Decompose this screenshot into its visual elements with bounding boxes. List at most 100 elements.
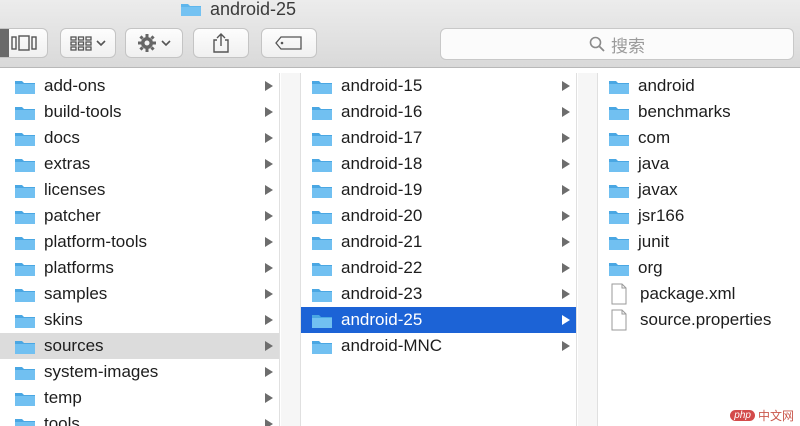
list-item[interactable]: android-19 [301,177,576,203]
document-icon [611,309,627,331]
disclosure-arrow-icon [265,81,273,91]
folder-icon [15,106,35,120]
share-icon [213,33,229,53]
view-mode-columns-button[interactable] [0,28,48,58]
column-divider[interactable] [578,73,597,426]
list-item[interactable]: android-21 [301,229,576,255]
action-button[interactable] [125,28,183,58]
disclosure-arrow-icon [265,341,273,351]
watermark: php 中文网 [730,407,794,424]
column-divider[interactable] [281,73,300,426]
list-item-label: java [638,154,670,173]
list-item[interactable]: android-18 [301,151,576,177]
list-item-label: skins [44,310,83,329]
list-item-label: android-20 [341,206,423,225]
disclosure-arrow-icon [265,133,273,143]
list-item[interactable]: docs [0,125,279,151]
list-item-label: android-18 [341,154,423,173]
list-item-label: extras [44,154,91,173]
folder-icon [15,236,35,250]
disclosure-arrow-icon [562,211,570,221]
list-item[interactable]: benchmarks [598,99,800,125]
list-item-label: com [638,128,671,147]
folder-icon [609,158,629,172]
disclosure-arrow-icon [265,367,273,377]
list-item[interactable]: sources [0,333,279,359]
list-item[interactable]: patcher [0,203,279,229]
chevron-down-icon [96,40,106,47]
list-item[interactable]: temp [0,385,279,411]
list-item[interactable]: android-17 [301,125,576,151]
list-item[interactable]: android [598,73,800,99]
disclosure-arrow-icon [562,237,570,247]
watermark-badge: php [730,410,755,421]
list-item-label: android-22 [341,258,423,277]
list-item[interactable]: javax [598,177,800,203]
list-item[interactable]: android-16 [301,99,576,125]
list-item[interactable]: org [598,255,800,281]
list-item[interactable]: android-23 [301,281,576,307]
disclosure-arrow-icon [562,289,570,299]
folder-icon [312,262,332,276]
list-item-label: licenses [44,180,106,199]
list-item[interactable]: android-25 [301,307,576,333]
list-item-label: benchmarks [638,102,731,121]
folder-icon [312,80,332,94]
list-item-label: temp [44,388,82,407]
list-item-label: javax [638,180,678,199]
list-item[interactable]: platforms [0,255,279,281]
list-item[interactable]: platform-tools [0,229,279,255]
list-item[interactable]: android-MNC [301,333,576,359]
folder-icon [312,210,332,224]
list-item[interactable]: android-22 [301,255,576,281]
list-item[interactable]: package.xml [598,281,800,307]
list-item-label: tools [44,414,80,426]
folder-icon [609,184,629,198]
folder-icon [609,132,629,146]
disclosure-arrow-icon [265,393,273,403]
list-item[interactable]: build-tools [0,99,279,125]
list-item[interactable]: tools [0,411,279,426]
list-item-label: android-17 [341,128,423,147]
column-sdk-root: add-ons build-tools docs extras licenses patc… [0,73,280,426]
disclosure-arrow-icon [265,263,273,273]
list-item-label: android-16 [341,102,423,121]
list-item-label: junit [638,232,670,251]
tag-button[interactable] [261,28,317,58]
folder-icon [15,262,35,276]
folder-icon [15,366,35,380]
list-item-label: system-images [44,362,159,381]
list-item[interactable]: system-images [0,359,279,385]
search-field[interactable]: 搜索 [440,28,794,60]
tag-icon [275,36,302,50]
list-item-label: android-23 [341,284,423,303]
column-android-25: android benchmarks com java javax jsr166 junit… [597,73,800,426]
list-item[interactable]: licenses [0,177,279,203]
list-item[interactable]: add-ons [0,73,279,99]
list-item[interactable]: com [598,125,800,151]
disclosure-arrow-icon [562,185,570,195]
list-item[interactable]: samples [0,281,279,307]
disclosure-arrow-icon [562,341,570,351]
arrange-button[interactable] [60,28,116,58]
cover-flow-icon [11,35,37,51]
folder-icon [312,184,332,198]
folder-icon [15,132,35,146]
list-item[interactable]: java [598,151,800,177]
list-item[interactable]: skins [0,307,279,333]
list-item[interactable]: junit [598,229,800,255]
view-mode-active-segment [0,29,9,57]
list-item[interactable]: source.properties [598,307,800,333]
folder-icon [15,80,35,94]
list-item-label: build-tools [44,102,122,121]
list-item-label: android-21 [341,232,423,251]
folder-icon [15,288,35,302]
list-item[interactable]: android-20 [301,203,576,229]
search-placeholder: 搜索 [611,36,645,56]
list-item[interactable]: jsr166 [598,203,800,229]
folder-icon [15,184,35,198]
disclosure-arrow-icon [265,185,273,195]
list-item[interactable]: android-15 [301,73,576,99]
share-button[interactable] [193,28,249,58]
list-item[interactable]: extras [0,151,279,177]
